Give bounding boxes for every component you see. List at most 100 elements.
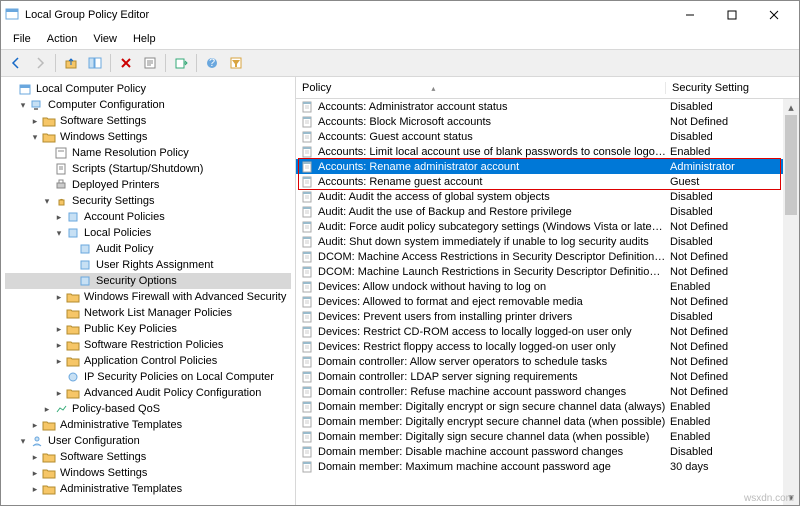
- tree-local-policies[interactable]: Local Policies: [5, 225, 291, 241]
- tree-name-resolution[interactable]: Name Resolution Policy: [5, 145, 291, 161]
- scroll-up-icon[interactable]: ▴: [783, 99, 799, 115]
- tree-security-options[interactable]: Security Options: [5, 273, 291, 289]
- policy-name: Devices: Restrict CD-ROM access to local…: [318, 326, 666, 338]
- policy-row[interactable]: Domain controller: Refuse machine accoun…: [296, 384, 783, 399]
- properties-button[interactable]: [139, 52, 161, 74]
- close-button[interactable]: [753, 1, 795, 29]
- policy-row[interactable]: Accounts: Block Microsoft accountsNot De…: [296, 114, 783, 129]
- policy-row[interactable]: Domain member: Digitally sign secure cha…: [296, 429, 783, 444]
- policy-row[interactable]: Audit: Audit the access of global system…: [296, 189, 783, 204]
- menu-view[interactable]: View: [85, 31, 125, 47]
- menu-action[interactable]: Action: [39, 31, 86, 47]
- delete-button[interactable]: [115, 52, 137, 74]
- policy-row[interactable]: Accounts: Rename guest accountGuest: [296, 174, 783, 189]
- expand-icon[interactable]: [53, 212, 65, 223]
- tree-app-control[interactable]: Application Control Policies: [5, 353, 291, 369]
- policy-row[interactable]: Accounts: Administrator account statusDi…: [296, 99, 783, 114]
- policy-row[interactable]: Devices: Restrict CD-ROM access to local…: [296, 324, 783, 339]
- up-button[interactable]: [60, 52, 82, 74]
- policy-name: Devices: Allowed to format and eject rem…: [318, 296, 666, 308]
- tree-windows-settings[interactable]: Windows Settings: [5, 129, 291, 145]
- tree-audit-policy[interactable]: Audit Policy: [5, 241, 291, 257]
- expand-icon[interactable]: [29, 452, 41, 463]
- policy-row[interactable]: Domain controller: LDAP server signing r…: [296, 369, 783, 384]
- expand-icon[interactable]: [29, 484, 41, 495]
- policy-name: Domain controller: Refuse machine accoun…: [318, 386, 666, 398]
- policy-row[interactable]: Domain member: Disable machine account p…: [296, 444, 783, 459]
- policy-row[interactable]: Domain member: Digitally encrypt or sign…: [296, 399, 783, 414]
- expand-icon[interactable]: [53, 324, 65, 335]
- tree-user-config[interactable]: User Configuration: [5, 433, 291, 449]
- column-setting[interactable]: Security Setting: [666, 82, 799, 94]
- tree-admin-templates-2[interactable]: Administrative Templates: [5, 481, 291, 497]
- vertical-scrollbar[interactable]: ▴ ▾: [783, 99, 799, 505]
- minimize-button[interactable]: [669, 1, 711, 29]
- tree-root[interactable]: Local Computer Policy: [5, 81, 291, 97]
- tree-software-restriction[interactable]: Software Restriction Policies: [5, 337, 291, 353]
- tree-network-list[interactable]: Network List Manager Policies: [5, 305, 291, 321]
- help-button[interactable]: ?: [201, 52, 223, 74]
- policy-row[interactable]: Devices: Allowed to format and eject rem…: [296, 294, 783, 309]
- expand-icon[interactable]: [41, 404, 53, 415]
- tree-scripts[interactable]: Scripts (Startup/Shutdown): [5, 161, 291, 177]
- filter-button[interactable]: [225, 52, 247, 74]
- forward-button[interactable]: [29, 52, 51, 74]
- scroll-thumb[interactable]: [785, 115, 797, 215]
- export-button[interactable]: [170, 52, 192, 74]
- tree-computer-config[interactable]: Computer Configuration: [5, 97, 291, 113]
- menu-file[interactable]: File: [5, 31, 39, 47]
- tree-admin-templates[interactable]: Administrative Templates: [5, 417, 291, 433]
- expand-icon[interactable]: [53, 356, 65, 367]
- tree-policy-qos[interactable]: Policy-based QoS: [5, 401, 291, 417]
- policy-name: Domain controller: Allow server operator…: [318, 356, 666, 368]
- show-hide-tree-button[interactable]: [84, 52, 106, 74]
- policy-row[interactable]: Audit: Audit the use of Backup and Resto…: [296, 204, 783, 219]
- menu-help[interactable]: Help: [125, 31, 164, 47]
- policy-row[interactable]: Devices: Allow undock without having to …: [296, 279, 783, 294]
- tree-public-key[interactable]: Public Key Policies: [5, 321, 291, 337]
- expand-icon[interactable]: [29, 132, 41, 143]
- expand-icon[interactable]: [17, 436, 29, 447]
- expand-icon[interactable]: [29, 116, 41, 127]
- policy-row[interactable]: Devices: Prevent users from installing p…: [296, 309, 783, 324]
- tree-software-settings[interactable]: Software Settings: [5, 113, 291, 129]
- policy-row[interactable]: Devices: Restrict floppy access to local…: [296, 339, 783, 354]
- expand-icon[interactable]: [53, 388, 65, 399]
- tree-software-settings-2[interactable]: Software Settings: [5, 449, 291, 465]
- tree-deployed-printers[interactable]: Deployed Printers: [5, 177, 291, 193]
- expand-icon[interactable]: [29, 468, 41, 479]
- expand-icon[interactable]: [53, 228, 65, 239]
- policy-row[interactable]: Domain member: Digitally encrypt secure …: [296, 414, 783, 429]
- tree-windows-settings-2[interactable]: Windows Settings: [5, 465, 291, 481]
- expand-icon[interactable]: [53, 340, 65, 351]
- maximize-button[interactable]: [711, 1, 753, 29]
- policy-row[interactable]: Domain member: Maximum machine account p…: [296, 459, 783, 474]
- tree-advanced-audit[interactable]: Advanced Audit Policy Configuration: [5, 385, 291, 401]
- policy-row[interactable]: DCOM: Machine Launch Restrictions in Sec…: [296, 264, 783, 279]
- policy-row[interactable]: DCOM: Machine Access Restrictions in Sec…: [296, 249, 783, 264]
- tree-ip-security[interactable]: IP Security Policies on Local Computer: [5, 369, 291, 385]
- policy-row[interactable]: Accounts: Rename administrator accountAd…: [296, 159, 783, 174]
- policy-row[interactable]: Accounts: Limit local account use of bla…: [296, 144, 783, 159]
- policy-row[interactable]: Accounts: Guest account statusDisabled: [296, 129, 783, 144]
- back-button[interactable]: [5, 52, 27, 74]
- policy-name: Accounts: Guest account status: [318, 131, 666, 143]
- policy-row[interactable]: Audit: Force audit policy subcategory se…: [296, 219, 783, 234]
- expand-icon[interactable]: [41, 196, 53, 207]
- tree-account-policies[interactable]: Account Policies: [5, 209, 291, 225]
- policy-icon: [300, 190, 316, 204]
- policy-icon: [300, 445, 316, 459]
- menu-bar: File Action View Help: [1, 29, 799, 49]
- policy-icon: [300, 130, 316, 144]
- column-policy[interactable]: Policy▴: [296, 82, 666, 94]
- policy-row[interactable]: Domain controller: Allow server operator…: [296, 354, 783, 369]
- tree-user-rights[interactable]: User Rights Assignment: [5, 257, 291, 273]
- tree-security-settings[interactable]: Security Settings: [5, 193, 291, 209]
- policy-value: Not Defined: [666, 251, 783, 263]
- expand-icon[interactable]: [17, 100, 29, 111]
- expand-icon[interactable]: [53, 292, 65, 303]
- policy-row[interactable]: Audit: Shut down system immediately if u…: [296, 234, 783, 249]
- expand-icon[interactable]: [29, 420, 41, 431]
- tree-windows-firewall[interactable]: Windows Firewall with Advanced Security: [5, 289, 291, 305]
- policy-value: Not Defined: [666, 116, 783, 128]
